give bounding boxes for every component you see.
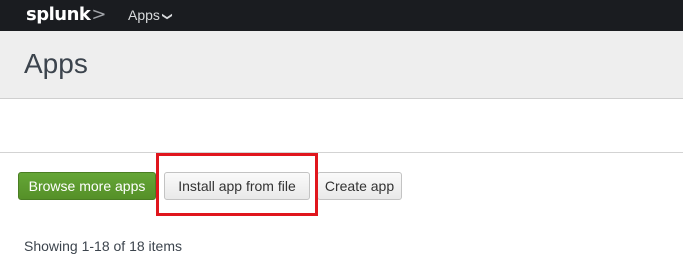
install-app-from-file-button[interactable]: Install app from file <box>164 172 310 200</box>
items-count-status: Showing 1-18 of 18 items <box>24 238 182 254</box>
logo-chevron: > <box>91 4 106 25</box>
page-header: Apps <box>0 31 683 99</box>
splunk-logo[interactable]: splunk> <box>26 4 106 25</box>
apps-menu-label: Apps <box>128 7 160 23</box>
top-navigation-bar: splunk> Apps ❯ <box>0 0 683 31</box>
logo-text: splunk <box>26 4 91 25</box>
create-app-button[interactable]: Create app <box>317 172 402 200</box>
browse-more-apps-button[interactable]: Browse more apps <box>18 172 156 200</box>
chevron-down-icon: ❯ <box>161 12 173 21</box>
page-title: Apps <box>24 48 88 79</box>
apps-menu[interactable]: Apps ❯ <box>128 7 173 23</box>
section-divider <box>0 152 683 153</box>
